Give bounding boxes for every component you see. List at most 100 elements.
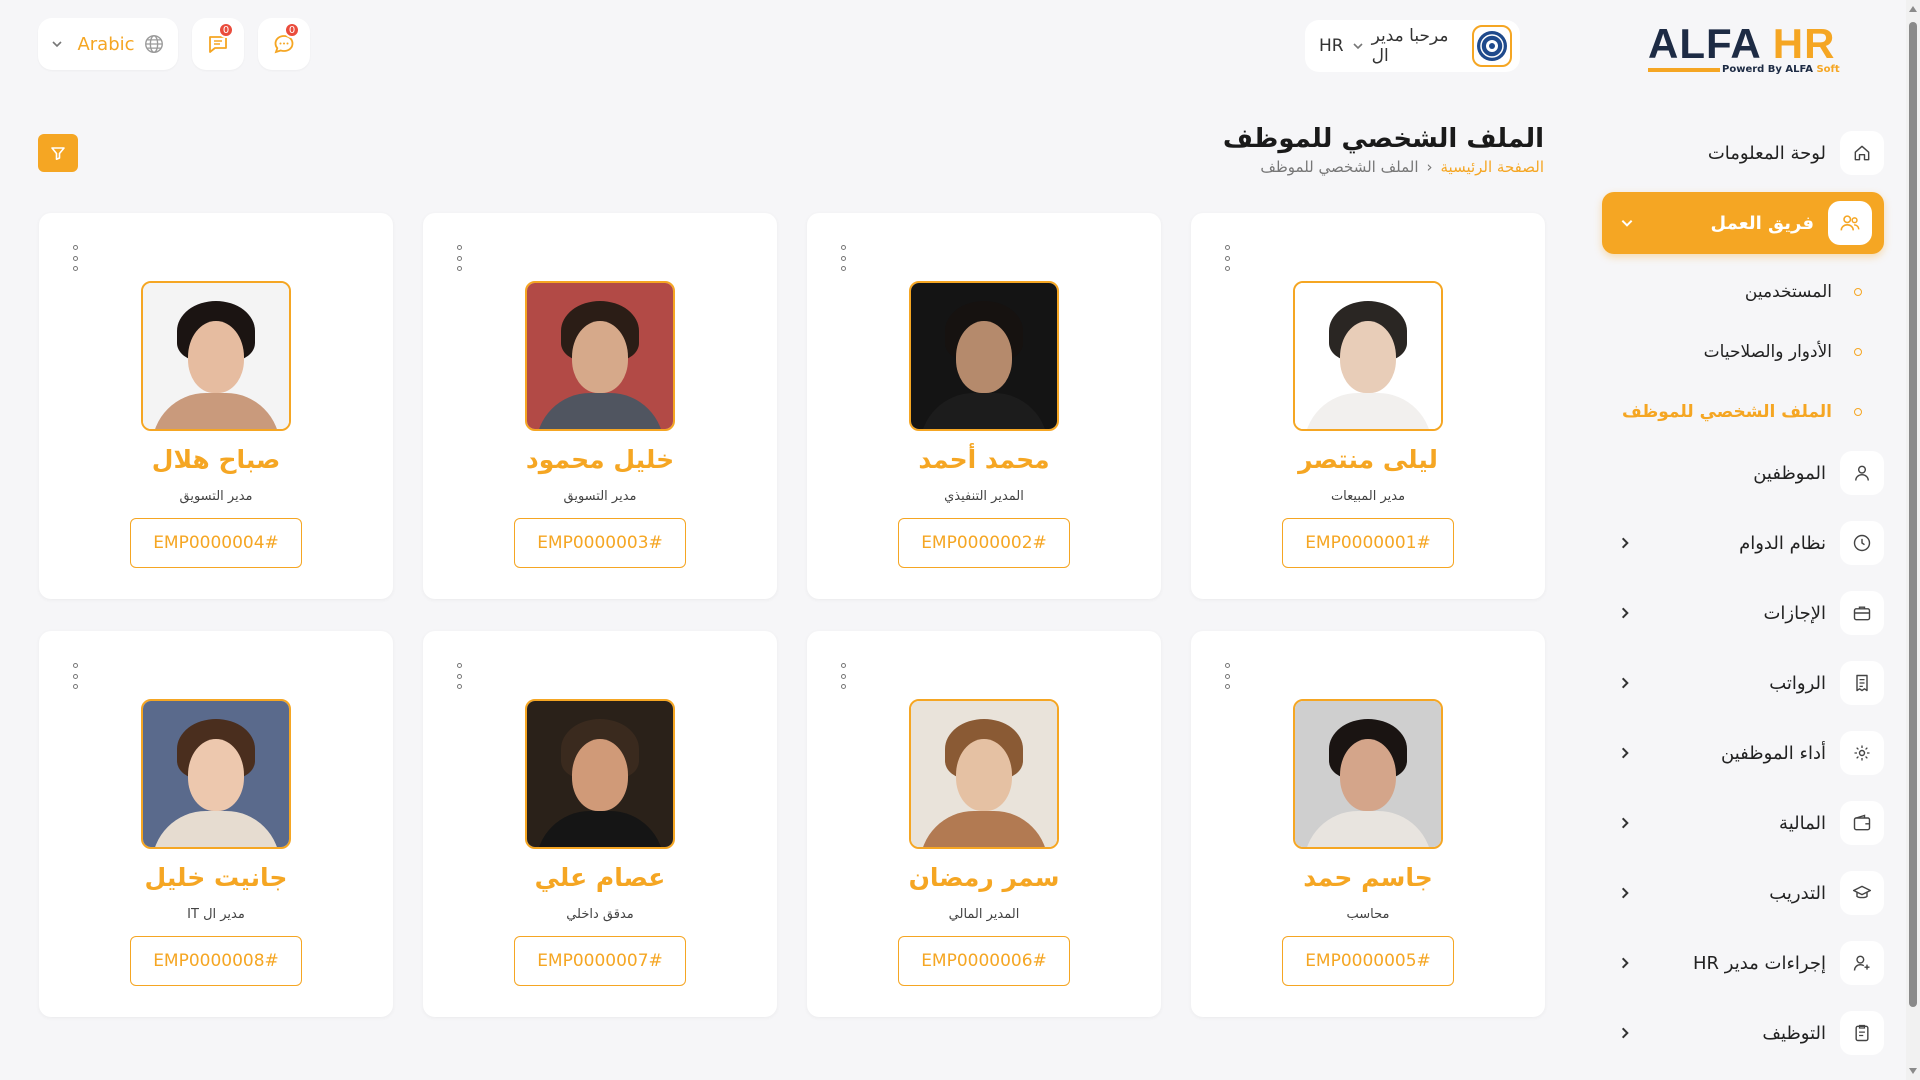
sidebar-item-employees[interactable]: الموظفين bbox=[1600, 442, 1884, 504]
sidebar-item-recruitment[interactable]: التوظيف bbox=[1600, 1002, 1884, 1064]
scrollbar-thumb[interactable] bbox=[1909, 22, 1917, 1007]
photo-background bbox=[143, 283, 289, 429]
employee-name[interactable]: عصام علي bbox=[423, 863, 777, 892]
user-plus-icon bbox=[1840, 941, 1884, 985]
sidebar-item-performance[interactable]: أداء الموظفين bbox=[1600, 722, 1884, 784]
clock-icon bbox=[1840, 521, 1884, 565]
employee-card[interactable]: جاسم حمد محاسب EMP0000005# bbox=[1191, 631, 1545, 1017]
employee-card[interactable]: صباح هلال مدير التسويق EMP0000004# bbox=[39, 213, 393, 599]
chevron-right-icon bbox=[1618, 816, 1632, 830]
photo-background bbox=[527, 283, 673, 429]
employee-name[interactable]: محمد أحمد bbox=[807, 445, 1161, 474]
notifications-button[interactable]: 0 bbox=[192, 18, 244, 70]
sidebar: لوحة المعلومات فريق العمل المستخدمين الأ… bbox=[1600, 122, 1884, 1072]
employee-card[interactable]: ليلى منتصر مدير المبيعات EMP0000001# bbox=[1191, 213, 1545, 599]
employee-code-button[interactable]: EMP0000006# bbox=[898, 936, 1070, 986]
employee-card[interactable]: سمر رمضان المدير المالي EMP0000006# bbox=[807, 631, 1161, 1017]
filter-button[interactable] bbox=[38, 134, 78, 172]
sidebar-subitem-label: الملف الشخصي للموظف bbox=[1622, 402, 1832, 422]
more-options-icon[interactable] bbox=[1221, 245, 1233, 271]
employee-card[interactable]: عصام علي مدقق داخلي EMP0000007# bbox=[423, 631, 777, 1017]
photo-body bbox=[152, 811, 280, 847]
employee-job-title: محاسب bbox=[1346, 907, 1390, 922]
employee-card[interactable]: خليل محمود مدير التسويق EMP0000003# bbox=[423, 213, 777, 599]
clipboard-icon bbox=[1840, 1011, 1884, 1055]
user-menu[interactable]: HR مرحبا مدير ال bbox=[1305, 20, 1520, 72]
photo-background bbox=[143, 701, 289, 847]
photo-body bbox=[920, 811, 1048, 847]
chevron-right-icon bbox=[1618, 1026, 1632, 1040]
sidebar-subitem-users[interactable]: المستخدمين bbox=[1600, 262, 1884, 322]
employee-name[interactable]: ليلى منتصر bbox=[1191, 445, 1545, 474]
photo-face bbox=[956, 320, 1012, 393]
receipt-icon bbox=[1840, 661, 1884, 705]
sidebar-item-label: الإجازات bbox=[1763, 602, 1826, 624]
sidebar-item-attendance[interactable]: نظام الدوام bbox=[1600, 512, 1884, 574]
more-options-icon[interactable] bbox=[453, 245, 465, 271]
sidebar-item-finance[interactable]: المالية bbox=[1600, 792, 1884, 854]
chevron-right-icon bbox=[1618, 886, 1632, 900]
employee-card[interactable]: محمد أحمد المدير التنفيذي EMP0000002# bbox=[807, 213, 1161, 599]
chevron-right-icon bbox=[1618, 746, 1632, 760]
messages-button[interactable]: 0 bbox=[258, 18, 310, 70]
photo-body bbox=[1304, 811, 1432, 847]
app-logo[interactable]: ALFA HR Powerd By ALFA Soft bbox=[1648, 22, 1840, 82]
wallet-icon bbox=[1840, 801, 1884, 845]
filter-icon bbox=[50, 145, 66, 161]
employee-code-button[interactable]: EMP0000007# bbox=[514, 936, 686, 986]
employee-code-button[interactable]: EMP0000003# bbox=[514, 518, 686, 568]
more-options-icon[interactable] bbox=[837, 663, 849, 689]
home-icon bbox=[1840, 131, 1884, 175]
sidebar-item-training[interactable]: التدريب bbox=[1600, 862, 1884, 924]
photo-face bbox=[956, 738, 1012, 811]
employee-job-title: مدير التسويق bbox=[179, 489, 253, 504]
sidebar-item-hr-actions[interactable]: إجراءات مدير HR bbox=[1600, 932, 1884, 994]
sidebar-subitem-roles[interactable]: الأدوار والصلاحيات bbox=[1600, 322, 1884, 382]
sidebar-item-leaves[interactable]: الإجازات bbox=[1600, 582, 1884, 644]
employee-name[interactable]: جانيت خليل bbox=[39, 863, 393, 892]
scroll-down-arrow-icon[interactable] bbox=[1909, 1068, 1917, 1074]
breadcrumb-current: الملف الشخصي للموظف bbox=[1260, 158, 1419, 176]
photo-body bbox=[1304, 393, 1432, 429]
sidebar-item-label: إجراءات مدير HR bbox=[1693, 952, 1826, 974]
sidebar-subitem-employee-profile[interactable]: الملف الشخصي للموظف bbox=[1600, 382, 1884, 442]
employee-name[interactable]: خليل محمود bbox=[423, 445, 777, 474]
employee-code-button[interactable]: EMP0000002# bbox=[898, 518, 1070, 568]
sidebar-item-dashboard[interactable]: لوحة المعلومات bbox=[1600, 122, 1884, 184]
user-icon bbox=[1840, 451, 1884, 495]
sidebar-item-team[interactable]: فريق العمل bbox=[1602, 192, 1884, 254]
photo-face bbox=[572, 320, 628, 393]
employee-name[interactable]: سمر رمضان bbox=[807, 863, 1161, 892]
breadcrumb-home-link[interactable]: الصفحة الرئيسية bbox=[1441, 158, 1545, 176]
more-options-icon[interactable] bbox=[69, 663, 81, 689]
photo-face bbox=[188, 738, 244, 811]
scroll-up-arrow-icon[interactable] bbox=[1909, 6, 1917, 12]
more-options-icon[interactable] bbox=[69, 245, 81, 271]
photo-body bbox=[536, 393, 664, 429]
employee-job-title: مدير المبيعات bbox=[1330, 489, 1406, 504]
photo-face bbox=[188, 320, 244, 393]
employee-name[interactable]: جاسم حمد bbox=[1191, 863, 1545, 892]
sidebar-item-label: التدريب bbox=[1769, 882, 1826, 904]
employee-code-button[interactable]: EMP0000008# bbox=[130, 936, 302, 986]
employee-job-title: مدقق داخلي bbox=[566, 907, 634, 922]
page-scrollbar[interactable] bbox=[1906, 0, 1920, 1080]
sidebar-item-label: نظام الدوام bbox=[1739, 532, 1826, 554]
employee-card[interactable]: جانيت خليل مدير ال IT EMP0000008# bbox=[39, 631, 393, 1017]
team-icon bbox=[1828, 201, 1872, 245]
more-options-icon[interactable] bbox=[837, 245, 849, 271]
more-options-icon[interactable] bbox=[1221, 663, 1233, 689]
employee-name[interactable]: صباح هلال bbox=[39, 445, 393, 474]
sidebar-item-payroll[interactable]: الرواتب bbox=[1600, 652, 1884, 714]
globe-icon bbox=[143, 33, 165, 55]
employee-code-button[interactable]: EMP0000004# bbox=[130, 518, 302, 568]
employee-code-button[interactable]: EMP0000001# bbox=[1282, 518, 1454, 568]
chevron-down-icon bbox=[1352, 40, 1364, 52]
photo-face bbox=[572, 738, 628, 811]
employee-photo bbox=[141, 281, 291, 431]
employee-job-title: المدير التنفيذي bbox=[944, 489, 1024, 504]
language-selector[interactable]: Arabic bbox=[38, 18, 178, 70]
more-options-icon[interactable] bbox=[453, 663, 465, 689]
graduation-cap-icon bbox=[1840, 871, 1884, 915]
employee-code-button[interactable]: EMP0000005# bbox=[1282, 936, 1454, 986]
